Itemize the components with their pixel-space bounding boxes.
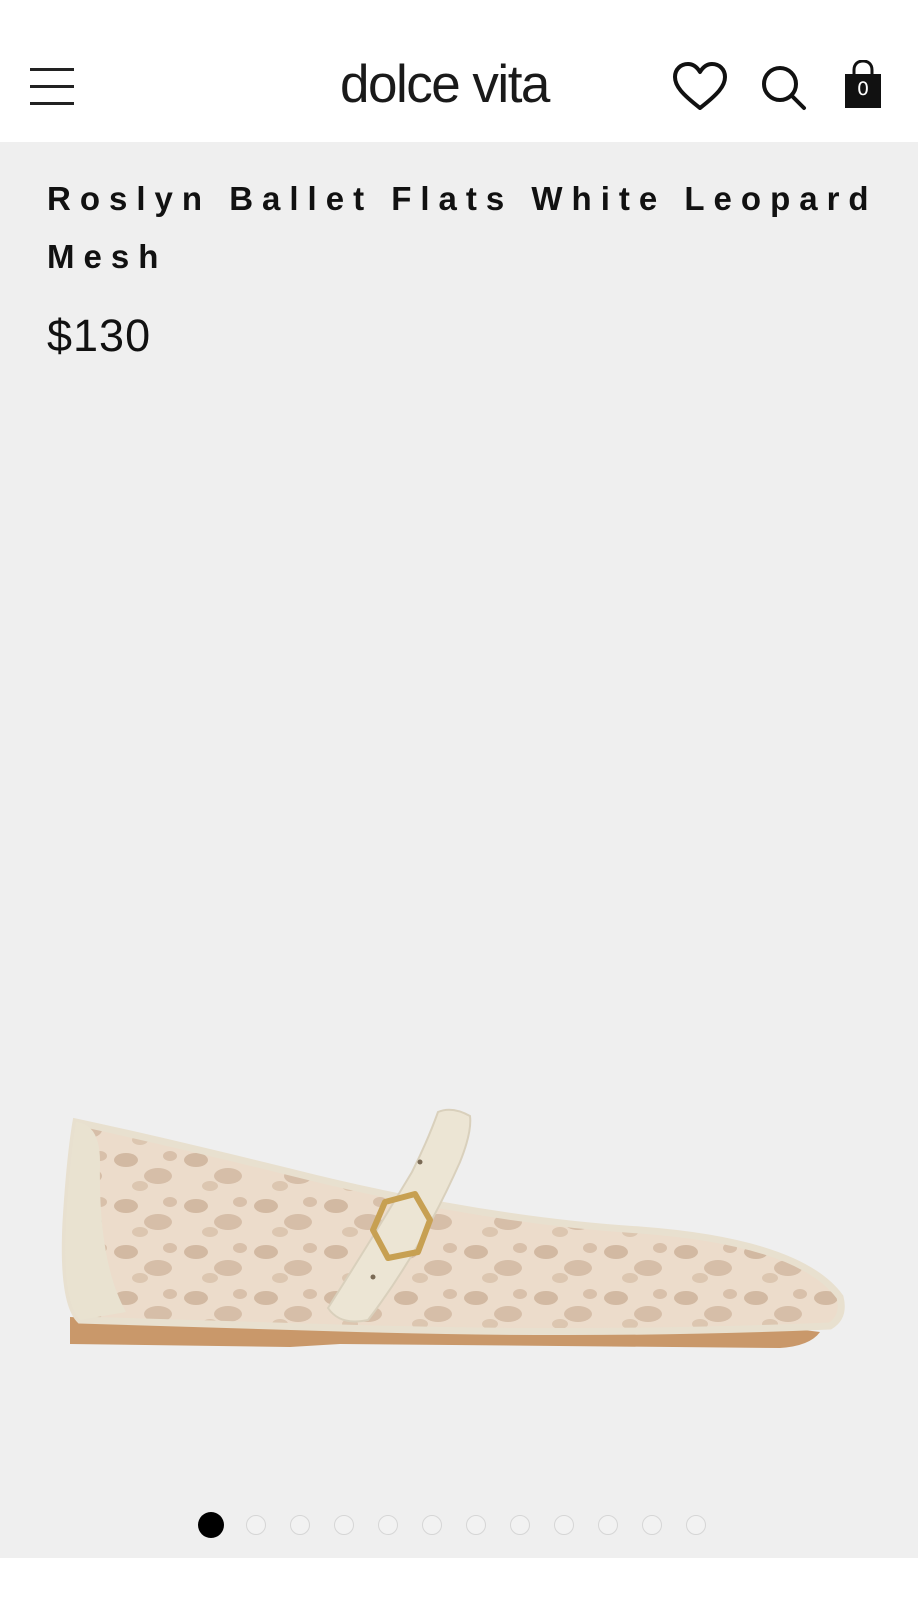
carousel-dot-1[interactable] bbox=[198, 1512, 224, 1538]
carousel-dot-4[interactable] bbox=[334, 1515, 354, 1535]
menu-icon[interactable] bbox=[30, 66, 76, 108]
carousel-dot-2[interactable] bbox=[246, 1515, 266, 1535]
carousel-dot-12[interactable] bbox=[686, 1515, 706, 1535]
carousel-dot-10[interactable] bbox=[598, 1515, 618, 1535]
carousel-dot-9[interactable] bbox=[554, 1515, 574, 1535]
product-title: Roslyn Ballet Flats White Leopard Mesh bbox=[47, 180, 878, 275]
carousel-dot-8[interactable] bbox=[510, 1515, 530, 1535]
wishlist-heart-icon[interactable] bbox=[672, 62, 728, 112]
site-header: dolce vita 0 bbox=[0, 0, 918, 142]
cart-count-badge: 0 bbox=[856, 78, 870, 100]
page-footer-strip bbox=[0, 1558, 918, 1600]
brand-logo[interactable]: dolce vita bbox=[340, 52, 600, 118]
product-section: Roslyn Ballet Flats White Leopard Mesh $… bbox=[0, 142, 918, 1558]
carousel-dot-7[interactable] bbox=[466, 1515, 486, 1535]
carousel-dot-3[interactable] bbox=[290, 1515, 310, 1535]
product-image[interactable] bbox=[40, 1102, 880, 1362]
product-price: $130 bbox=[47, 310, 152, 361]
shopping-bag-icon[interactable]: 0 bbox=[842, 59, 884, 110]
search-icon[interactable] bbox=[760, 64, 808, 112]
carousel-dots bbox=[0, 1512, 918, 1542]
carousel-dot-5[interactable] bbox=[378, 1515, 398, 1535]
carousel-dot-6[interactable] bbox=[422, 1515, 442, 1535]
carousel-dot-11[interactable] bbox=[642, 1515, 662, 1535]
